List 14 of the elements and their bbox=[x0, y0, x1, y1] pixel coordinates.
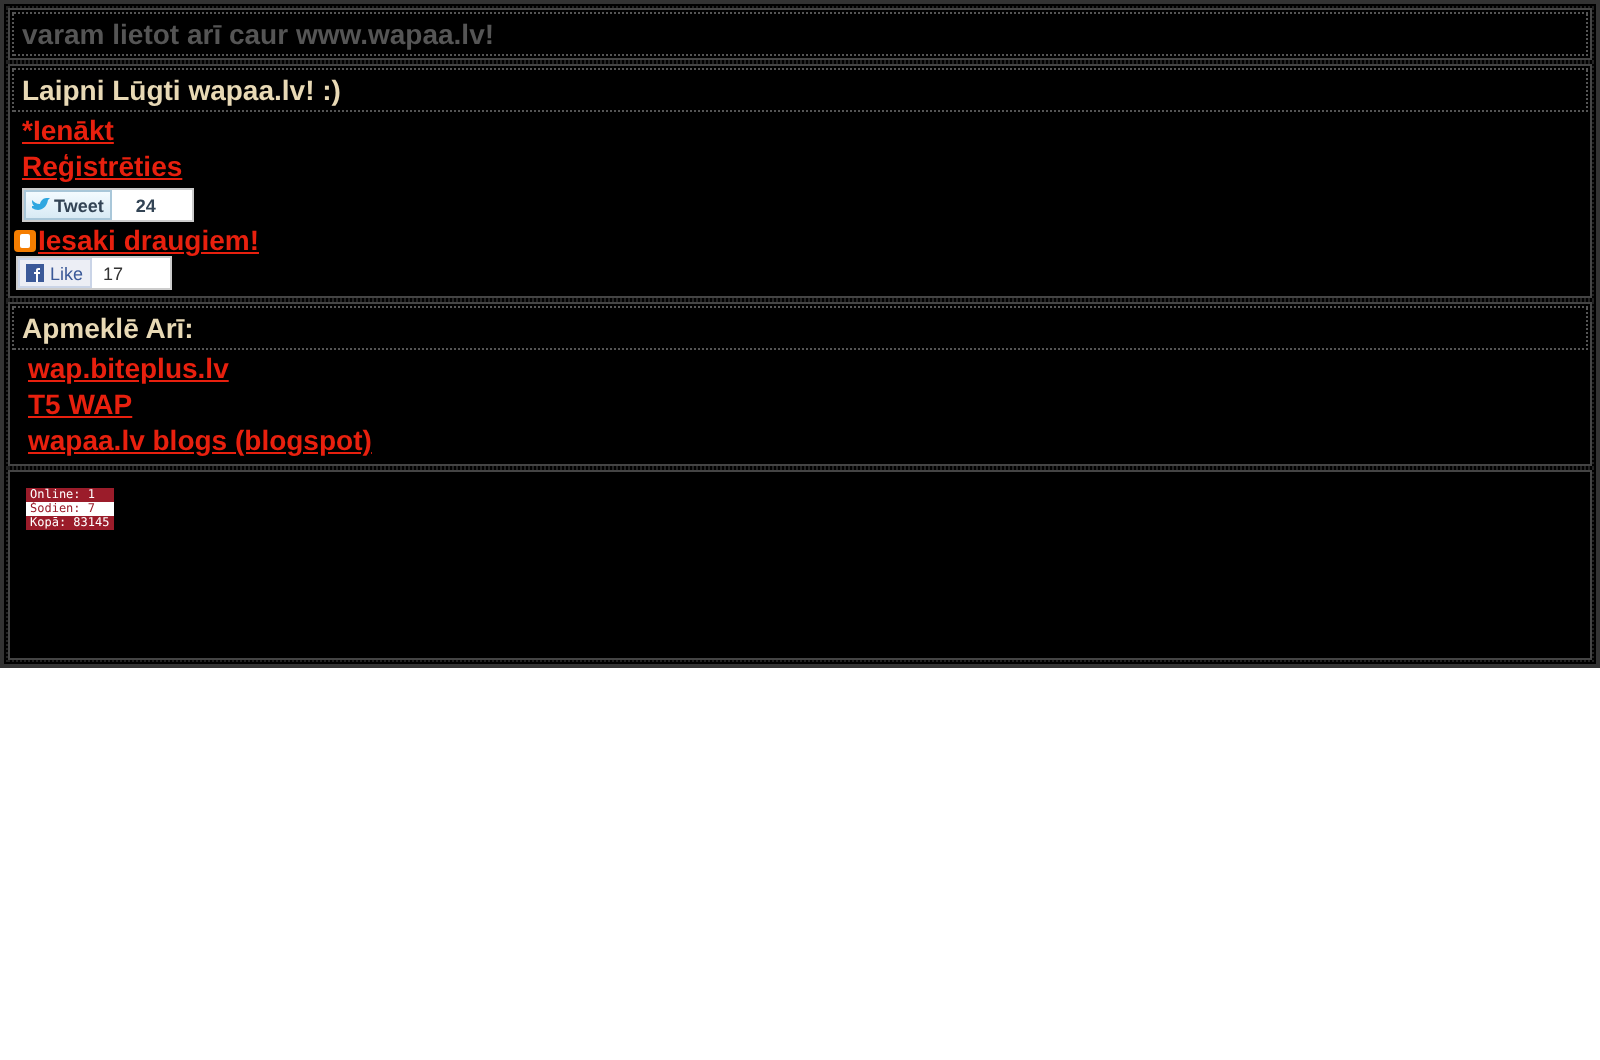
nav-link[interactable]: Reģistrēties bbox=[22, 152, 183, 182]
external-link[interactable]: wap.biteplus.lv bbox=[28, 354, 229, 384]
external-link[interactable]: wapaa.lv blogs (blogspot) bbox=[28, 426, 372, 456]
notice-text: varam lietot arī caur www.wapaa.lv! bbox=[12, 12, 1588, 56]
section-title: Laipni Lūgti wapaa.lv! :) bbox=[12, 68, 1588, 112]
tweet-button[interactable]: Tweet 24 bbox=[22, 188, 194, 222]
blogger-icon bbox=[14, 230, 36, 252]
bird-icon bbox=[32, 198, 50, 212]
facebook-icon bbox=[26, 264, 44, 282]
like-button[interactable]: Like 17 bbox=[16, 256, 172, 290]
external-link[interactable]: T5 WAP bbox=[28, 390, 133, 420]
share-link[interactable]: Iesaki draugiem! bbox=[38, 226, 259, 256]
nav-link[interactable]: *Ienākt bbox=[22, 116, 114, 146]
section-title: Apmeklē Arī: bbox=[12, 306, 1588, 350]
